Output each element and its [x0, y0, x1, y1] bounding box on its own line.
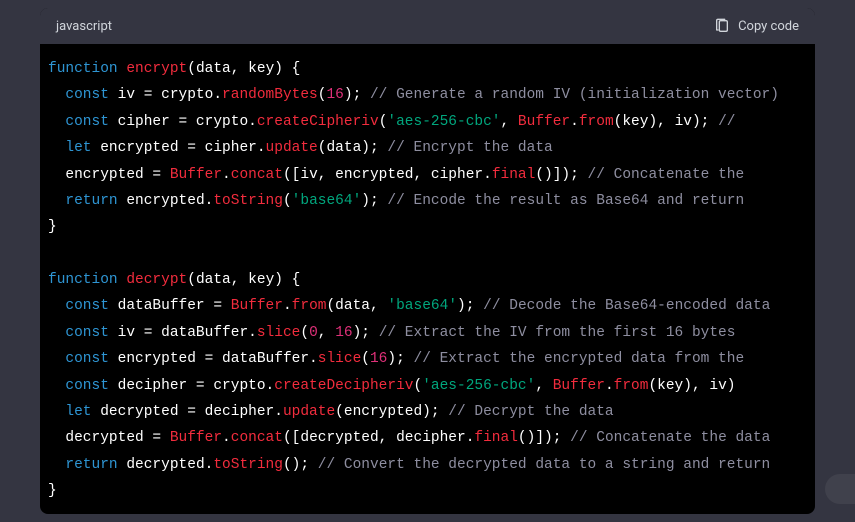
floating-action-button[interactable] — [825, 474, 855, 504]
code-header: javascript Copy code — [40, 8, 815, 44]
code-content: function encrypt(data, key) { const iv =… — [48, 56, 807, 504]
code-body[interactable]: function encrypt(data, key) { const iv =… — [40, 44, 815, 514]
code-block: javascript Copy code function encrypt(da… — [40, 8, 815, 514]
copy-code-label: Copy code — [738, 19, 799, 34]
clipboard-icon — [714, 18, 730, 34]
copy-code-button[interactable]: Copy code — [714, 18, 799, 34]
language-label: javascript — [56, 19, 112, 34]
